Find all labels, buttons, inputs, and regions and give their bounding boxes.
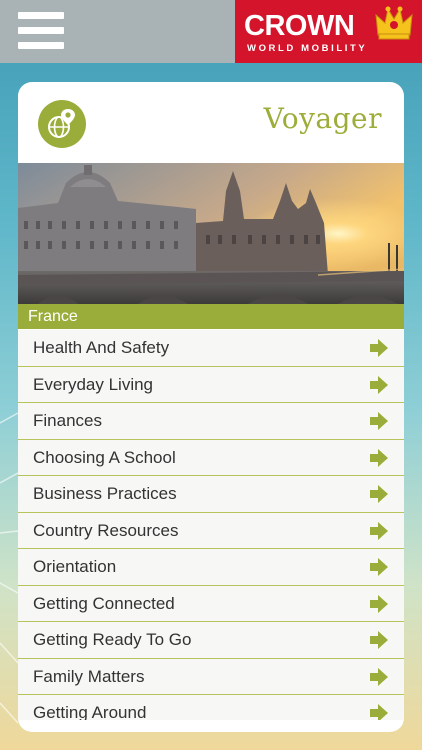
right-arrow-icon (370, 521, 388, 540)
right-arrow-icon (370, 339, 388, 357)
country-name: France (28, 308, 78, 325)
menu-item-getting-around[interactable]: Getting Around (18, 695, 404, 720)
content-card: Voyager France Health And Safety Everyda… (18, 82, 404, 732)
country-header: France (18, 304, 404, 329)
right-arrow-icon (370, 375, 388, 394)
right-arrow-icon (370, 704, 388, 720)
menu-item-label: Business Practices (33, 484, 177, 503)
app-title: Voyager (263, 102, 382, 135)
top-bar: CROWN WORLD MOBILITY (0, 0, 422, 63)
menu-item-getting-connected[interactable]: Getting Connected (18, 585, 404, 622)
menu-item-label: Orientation (33, 557, 117, 576)
right-arrow-icon (370, 631, 388, 649)
menu-item-getting-ready-to-go[interactable]: Getting Ready To Go (18, 622, 404, 659)
menu-item-everyday-living[interactable]: Everyday Living (18, 366, 404, 403)
globe-pin-icon (38, 100, 86, 148)
right-arrow-icon (370, 485, 388, 503)
menu-item-label: Getting Connected (33, 593, 175, 613)
menu-item-label: Getting Ready To Go (33, 630, 192, 649)
menu-item-country-resources[interactable]: Country Resources (18, 512, 404, 549)
hamburger-menu-icon[interactable] (18, 12, 64, 50)
menu-item-label: Health And Safety (33, 338, 170, 357)
brand-logo[interactable]: CROWN WORLD MOBILITY (235, 0, 422, 63)
menu-item-finances[interactable]: Finances (18, 403, 404, 440)
menu-item-label: Choosing A School (33, 447, 176, 467)
right-arrow-icon (370, 667, 388, 686)
crown-icon (375, 6, 413, 40)
brand-name: CROWN (244, 10, 355, 42)
menu-item-label: Everyday Living (33, 374, 154, 394)
menu-item-orientation[interactable]: Orientation (18, 549, 404, 586)
brand-subtitle: WORLD MOBILITY (247, 43, 368, 54)
right-arrow-icon (370, 594, 388, 613)
menu-item-business-practices[interactable]: Business Practices (18, 476, 404, 513)
menu-item-label: Finances (33, 411, 102, 430)
menu-item-label: Country Resources (33, 520, 179, 540)
right-arrow-icon (370, 448, 388, 467)
menu-item-health-and-safety[interactable]: Health And Safety (18, 330, 404, 367)
menu-item-label: Getting Around (33, 703, 147, 720)
right-arrow-icon (370, 558, 388, 576)
menu-item-family-matters[interactable]: Family Matters (18, 658, 404, 695)
right-arrow-icon (370, 412, 388, 430)
menu-item-label: Family Matters (33, 666, 145, 686)
section-menu: Health And Safety Everyday Living Financ… (18, 330, 404, 720)
menu-item-choosing-a-school[interactable]: Choosing A School (18, 439, 404, 476)
paris-conciergerie-photo (18, 163, 404, 304)
